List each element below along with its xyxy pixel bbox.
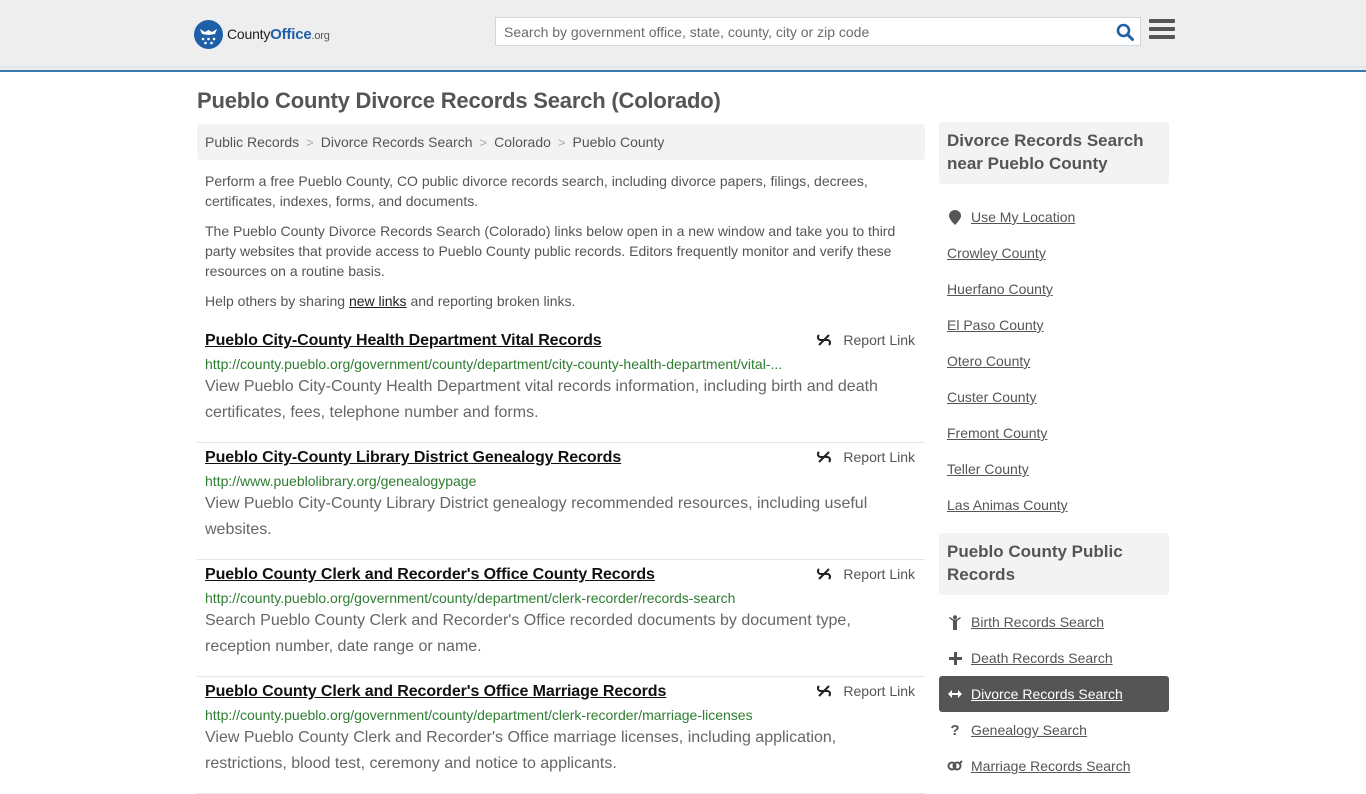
report-link-label: Report Link — [843, 449, 915, 465]
breadcrumb-divorce-records-search[interactable]: Divorce Records Search — [321, 134, 473, 150]
breadcrumb-colorado[interactable]: Colorado — [494, 134, 551, 150]
hamburger-menu-icon[interactable] — [1149, 19, 1175, 43]
logo-county: County — [227, 26, 271, 42]
search-icon — [1116, 23, 1134, 41]
site-logo[interactable]: CountyOffice.org — [194, 20, 330, 49]
nearby-county-item: El Paso County — [939, 307, 1169, 343]
result-url[interactable]: http://county.pueblo.org/government/coun… — [205, 356, 917, 372]
county-link-custer[interactable]: Custer County — [947, 389, 1036, 405]
result-title-link[interactable]: Pueblo City-County Library District Gene… — [205, 449, 621, 467]
intro-paragraph-2: The Pueblo County Divorce Records Search… — [205, 223, 896, 279]
broken-link-icon — [817, 334, 832, 346]
result-url[interactable]: http://county.pueblo.org/government/coun… — [205, 590, 917, 606]
logo-tld: .org — [311, 30, 330, 42]
county-link-fremont[interactable]: Fremont County — [947, 425, 1047, 441]
logo-office: Office — [270, 26, 312, 43]
county-link-las-animas[interactable]: Las Animas County — [947, 497, 1068, 513]
nearby-county-list: Use My Location Crowley County Huerfano … — [939, 184, 1169, 527]
sidebar-item-divorce-records[interactable]: Divorce Records Search — [939, 676, 1169, 712]
result-url[interactable]: http://county.pueblo.org/government/coun… — [205, 707, 917, 723]
result-item: Pueblo City-County Health Department Vit… — [197, 326, 925, 443]
eagle-stars-logo-icon — [194, 20, 223, 49]
site-search — [495, 17, 1141, 46]
public-records-heading: Pueblo County Public Records — [939, 533, 1169, 595]
nearby-county-item: Fremont County — [939, 415, 1169, 451]
question-icon: ? — [950, 721, 960, 739]
report-link-button[interactable]: Report Link — [816, 683, 915, 699]
result-description: View Pueblo City-County Health Departmen… — [205, 378, 878, 421]
divorce-records-link[interactable]: Divorce Records Search — [971, 686, 1123, 702]
broken-link-icon — [817, 451, 832, 463]
death-records-link[interactable]: Death Records Search — [971, 650, 1113, 666]
sidebar-item-marriage-records[interactable]: Marriage Records Search — [939, 748, 1169, 784]
marriage-records-link[interactable]: Marriage Records Search — [971, 758, 1131, 774]
site-header: CountyOffice.org — [0, 0, 1366, 72]
county-link-huerfano[interactable]: Huerfano County — [947, 281, 1053, 297]
breadcrumb-separator: > — [306, 134, 314, 150]
report-link-button[interactable]: Report Link — [816, 332, 915, 348]
county-link-el-paso[interactable]: El Paso County — [947, 317, 1044, 333]
result-item: Pueblo County Clerk and Recorder's Offic… — [197, 560, 925, 677]
nearby-county-item: Huerfano County — [939, 271, 1169, 307]
use-my-location-link[interactable]: Use My Location — [971, 209, 1075, 225]
result-description: View Pueblo County Clerk and Recorder's … — [205, 729, 837, 772]
child-icon — [947, 614, 963, 630]
report-link-label: Report Link — [843, 332, 915, 348]
new-links-link[interactable]: new links — [349, 293, 407, 309]
nearby-county-item: Crowley County — [939, 235, 1169, 271]
sidebar-item-genealogy[interactable]: ? Genealogy Search — [939, 712, 1169, 748]
results-list: Pueblo City-County Health Department Vit… — [197, 326, 925, 794]
plus-cross-icon — [947, 650, 963, 666]
breadcrumb-pueblo-county[interactable]: Pueblo County — [573, 134, 665, 150]
county-link-teller[interactable]: Teller County — [947, 461, 1029, 477]
nearby-county-item: Teller County — [939, 451, 1169, 487]
intro-text: Perform a free Pueblo County, CO public … — [205, 171, 917, 321]
nearby-county-item: Otero County — [939, 343, 1169, 379]
intro-help-text-end: and reporting broken links. — [406, 293, 576, 309]
sidebar: Divorce Records Search near Pueblo Count… — [939, 122, 1169, 788]
nearby-county-item: Custer County — [939, 379, 1169, 415]
breadcrumb-public-records[interactable]: Public Records — [205, 134, 299, 150]
result-description: Search Pueblo County Clerk and Recorder'… — [205, 612, 851, 655]
intro-paragraph-1: Perform a free Pueblo County, CO public … — [205, 173, 868, 209]
report-link-button[interactable]: Report Link — [816, 449, 915, 465]
report-link-button[interactable]: Report Link — [816, 566, 915, 582]
public-records-list: Birth Records Search Death Records Searc… — [939, 595, 1169, 788]
breadcrumb: Public Records > Divorce Records Search … — [197, 124, 925, 160]
broken-link-icon — [817, 685, 832, 697]
mars-venus-icon — [947, 758, 963, 774]
result-title-link[interactable]: Pueblo City-County Health Department Vit… — [205, 332, 602, 350]
broken-link-icon — [817, 568, 832, 580]
county-link-crowley[interactable]: Crowley County — [947, 245, 1046, 261]
birth-records-link[interactable]: Birth Records Search — [971, 614, 1104, 630]
search-input[interactable] — [496, 18, 1110, 45]
report-link-label: Report Link — [843, 683, 915, 699]
county-link-otero[interactable]: Otero County — [947, 353, 1030, 369]
report-link-label: Report Link — [843, 566, 915, 582]
logo-wordmark: CountyOffice.org — [227, 26, 330, 43]
genealogy-link[interactable]: Genealogy Search — [971, 722, 1087, 738]
map-pin-icon — [947, 209, 963, 225]
intro-help-text: Help others by sharing — [205, 293, 349, 309]
sidebar-item-birth-records[interactable]: Birth Records Search — [939, 604, 1169, 640]
intro-paragraph-3: Help others by sharing new links and rep… — [205, 291, 917, 311]
result-title-link[interactable]: Pueblo County Clerk and Recorder's Offic… — [205, 683, 666, 701]
arrows-horizontal-icon — [947, 686, 963, 702]
nearby-heading: Divorce Records Search near Pueblo Count… — [939, 122, 1169, 184]
result-title-link[interactable]: Pueblo County Clerk and Recorder's Offic… — [205, 566, 655, 584]
use-my-location-item: Use My Location — [939, 199, 1169, 235]
result-item: Pueblo County Clerk and Recorder's Offic… — [197, 677, 925, 794]
result-description: View Pueblo City-County Library District… — [205, 495, 868, 538]
breadcrumb-separator: > — [479, 134, 488, 150]
breadcrumb-separator: > — [557, 134, 566, 150]
sidebar-item-death-records[interactable]: Death Records Search — [939, 640, 1169, 676]
result-url[interactable]: http://www.pueblolibrary.org/genealogypa… — [205, 473, 917, 489]
search-button[interactable] — [1110, 18, 1140, 45]
nearby-county-item: Las Animas County — [939, 487, 1169, 523]
result-item: Pueblo City-County Library District Gene… — [197, 443, 925, 560]
page-title: Pueblo County Divorce Records Search (Co… — [197, 88, 721, 113]
